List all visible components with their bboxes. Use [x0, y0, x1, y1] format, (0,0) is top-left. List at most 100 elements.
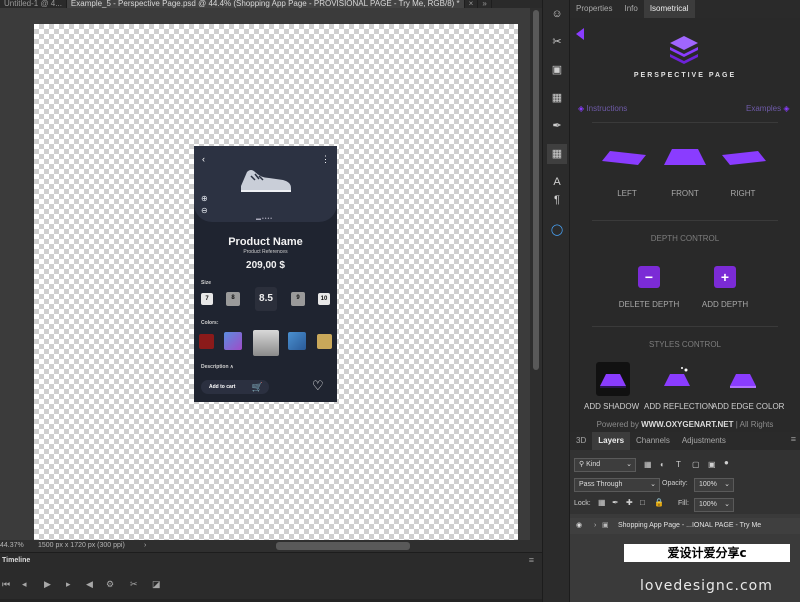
doc-tab-example5[interactable]: Example_5 - Perspective Page.psd @ 44.4%…: [66, 0, 465, 8]
chevron-right-icon[interactable]: ›: [594, 518, 596, 534]
heart-icon[interactable]: ♡: [312, 378, 324, 394]
color-swatch[interactable]: [199, 334, 214, 349]
color-swatch[interactable]: [317, 334, 332, 349]
adjust-filter-icon[interactable]: ◐: [660, 460, 665, 469]
lock-pixels-icon[interactable]: ▦: [598, 498, 606, 507]
lock-paint-icon[interactable]: ✒: [612, 498, 619, 507]
powered-by: Powered by WWW.OXYGENART.NET | All Right…: [570, 420, 800, 429]
filter-toggle-icon[interactable]: ●: [724, 458, 729, 467]
tab-channels[interactable]: Channels: [630, 432, 676, 450]
back-arrow-icon[interactable]: [576, 28, 584, 40]
right-panel: Properties Info Isometrical PERSPECTIVE …: [570, 0, 800, 602]
color-swatch[interactable]: [224, 332, 242, 350]
layers-panel: 3D Layers Channels Adjustments ≡ ⚲ Kind ⌄…: [570, 432, 800, 602]
play-icon[interactable]: ▶: [44, 579, 51, 590]
size-option[interactable]: 9: [291, 292, 305, 306]
tab-layers[interactable]: Layers: [592, 432, 631, 450]
shape-filter-icon[interactable]: ▢: [692, 460, 700, 469]
lock-artboard-icon[interactable]: □: [640, 498, 645, 507]
size-option[interactable]: 10: [318, 293, 330, 305]
lock-all-icon[interactable]: 🔒: [654, 498, 664, 507]
instructions-link[interactable]: ◈ Instructions: [578, 104, 627, 113]
brush-icon[interactable]: ✒: [547, 116, 567, 136]
tab-isometrical[interactable]: Isometrical: [643, 0, 695, 18]
type-filter-icon[interactable]: T: [676, 460, 681, 469]
size-option-selected[interactable]: 8.5: [255, 287, 277, 311]
add-reflection-label: ADD REFLECTION: [644, 402, 714, 411]
add-depth-button[interactable]: +: [714, 266, 736, 288]
panel-icon-column: ☺ ✂ ▣ ▦ ✒ ▦ A ¶ ◯: [542, 0, 570, 602]
isometric-icon[interactable]: ▦: [547, 144, 567, 164]
more-tabs-icon[interactable]: »: [478, 0, 492, 8]
shoe-icon: [241, 170, 291, 192]
fill-input[interactable]: 100% ⌄: [694, 498, 734, 512]
close-icon[interactable]: ×: [465, 0, 479, 8]
split-icon[interactable]: ✂: [130, 579, 138, 590]
scissors-icon[interactable]: ✂: [547, 32, 567, 52]
stack-logo-icon: [670, 36, 698, 64]
left-platform-icon[interactable]: [602, 151, 646, 165]
examples-link[interactable]: Examples ◈: [746, 104, 790, 113]
horizontal-scrollbar[interactable]: [276, 542, 410, 550]
grid-icon[interactable]: ▦: [547, 88, 567, 108]
audio-icon[interactable]: ◀: [86, 579, 93, 590]
reflection-style-button[interactable]: [660, 362, 694, 396]
panel-menu-icon[interactable]: ≡: [791, 434, 796, 444]
cart-icon: 🛒: [251, 382, 263, 392]
right-view-label: RIGHT: [730, 189, 756, 198]
book-icon[interactable]: ▣: [547, 60, 567, 80]
chevron-down-icon: ⌄: [650, 481, 656, 488]
chevron-down-icon: ⌄: [724, 501, 730, 508]
user-icon[interactable]: ☺: [547, 4, 567, 24]
tab-properties[interactable]: Properties: [570, 0, 618, 18]
shadow-style-button[interactable]: [596, 362, 630, 396]
layer-name[interactable]: Shopping App Page - ...IONAL PAGE - Try …: [618, 518, 761, 534]
product-name: Product Name: [228, 236, 303, 248]
powered-site[interactable]: WWW.OXYGENART.NET: [641, 420, 733, 429]
circle-icon[interactable]: ◯: [547, 220, 567, 240]
tab-adjustments[interactable]: Adjustments: [676, 432, 732, 450]
color-swatch[interactable]: [288, 332, 306, 350]
pixel-filter-icon[interactable]: ▦: [644, 460, 652, 469]
opacity-input[interactable]: 100% ⌄: [694, 478, 734, 492]
phone-mockup[interactable]: ‹ ⋮ ⊕ ⊖ ▬•••• Product Name Product Refer…: [194, 146, 337, 402]
depth-control-heading: DEPTH CONTROL: [650, 234, 720, 243]
go-first-frame-icon[interactable]: ⏮: [2, 579, 10, 590]
prev-frame-icon[interactable]: ◂: [22, 579, 27, 590]
color-swatch-selected[interactable]: [253, 330, 279, 356]
next-frame-icon[interactable]: ▸: [66, 579, 71, 590]
size-option[interactable]: 7: [201, 293, 213, 305]
vertical-scrollbar[interactable]: [530, 8, 542, 540]
delete-depth-button[interactable]: −: [638, 266, 660, 288]
tab-info[interactable]: Info: [618, 0, 643, 18]
divider: [592, 122, 778, 123]
status-menu-arrow[interactable]: ›: [144, 540, 146, 552]
settings-icon[interactable]: ⚙: [106, 579, 114, 590]
doc-tab-untitled[interactable]: Untitled-1 @ 4...: [0, 0, 67, 8]
paragraph-icon[interactable]: ¶: [547, 190, 567, 210]
zoom-level[interactable]: 44.37%: [0, 540, 24, 552]
add-depth-label: ADD DEPTH: [701, 300, 749, 309]
visibility-eye-icon[interactable]: ◉: [576, 518, 582, 534]
front-platform-icon[interactable]: [664, 149, 706, 165]
scroll-thumb[interactable]: [533, 10, 539, 370]
carousel-dots: ▬••••: [256, 216, 274, 222]
right-platform-icon[interactable]: [722, 151, 766, 165]
colors-label: Colors:: [201, 320, 219, 326]
transition-icon[interactable]: ◪: [152, 579, 161, 590]
blend-mode-select[interactable]: Pass Through ⌄: [574, 478, 660, 492]
panel-menu-icon[interactable]: ≡: [529, 555, 534, 565]
edge-color-style-button[interactable]: [726, 362, 760, 396]
size-option[interactable]: 8: [226, 292, 240, 306]
styles-control-heading: STYLES CONTROL: [648, 340, 721, 349]
add-to-cart-button[interactable]: Add to cart 🛒: [201, 380, 269, 394]
lock-label: Lock:: [574, 500, 591, 507]
layer-filter-select[interactable]: ⚲ Kind ⌄: [574, 458, 636, 472]
smart-filter-icon[interactable]: ▣: [708, 460, 716, 469]
character-icon[interactable]: A: [547, 172, 567, 192]
description-toggle[interactable]: Description ∧: [201, 364, 234, 370]
lock-move-icon[interactable]: ✚: [626, 498, 633, 507]
watermark-banner: 爱设计爱分享c: [624, 544, 790, 562]
tab-3d[interactable]: 3D: [570, 432, 592, 450]
layer-row[interactable]: ◉ › ▣ Shopping App Page - ...IONAL PAGE …: [570, 518, 800, 534]
